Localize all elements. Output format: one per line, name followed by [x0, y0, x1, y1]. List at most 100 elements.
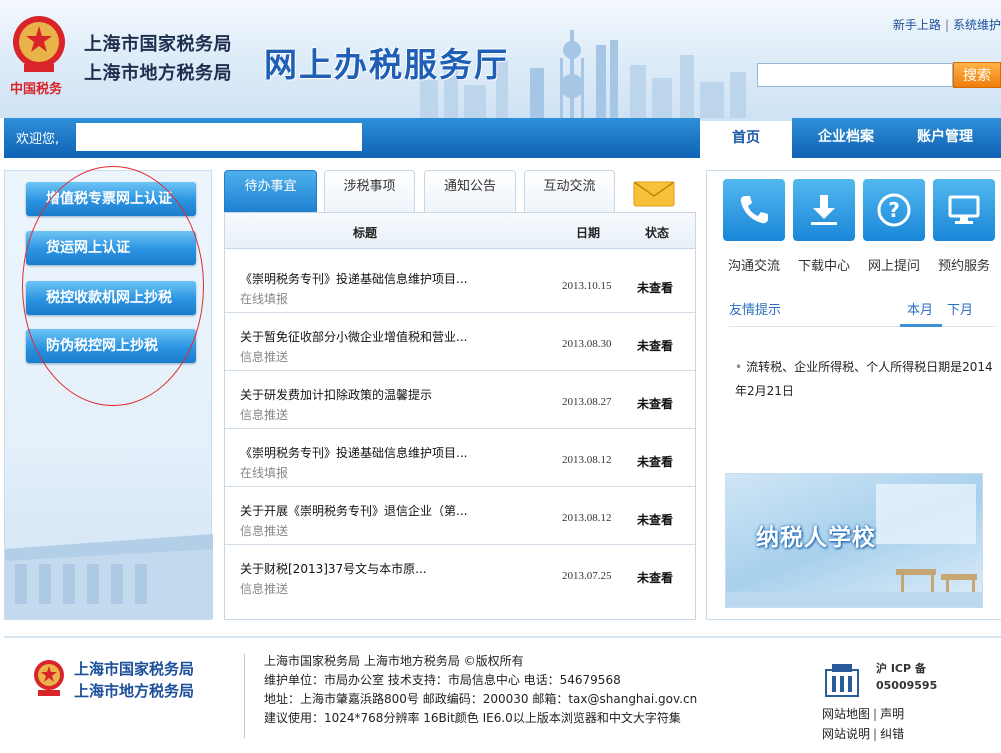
tab-this-month[interactable]: 本月	[907, 299, 933, 318]
footer: 上海市国家税务局 上海市地方税务局 上海市国家税务局 上海市地方税务局 ©版权所…	[4, 638, 1001, 753]
tab-interaction[interactable]: 互动交流	[524, 170, 615, 213]
icp-label: 沪 ICP 备	[876, 662, 926, 675]
tip-text: 流转税、企业所得税、个人所得税日期是2014年2月21日	[735, 360, 993, 398]
tab-next-month[interactable]: 下月	[947, 299, 973, 318]
row-title[interactable]: 关于暂免征收部分小微企业增值税和营业...	[240, 328, 540, 345]
row-date: 2013.10.15	[562, 280, 612, 292]
footer-bureau-national: 上海市国家税务局	[74, 660, 195, 678]
link-separator: |	[873, 727, 878, 741]
main-navbar: 欢迎您, 首页 企业档案 账户管理	[4, 118, 1001, 158]
row-date: 2013.08.30	[562, 338, 612, 350]
tab-tax-matters[interactable]: 涉税事项	[324, 170, 415, 213]
service-label-communication[interactable]: 沟通交流	[718, 255, 790, 274]
service-label-question[interactable]: 网上提问	[858, 255, 930, 274]
sitemap-link[interactable]: 网站地图	[822, 707, 870, 721]
page-title: 网上办税服务厅	[264, 45, 509, 84]
row-date: 2013.08.12	[562, 454, 612, 466]
emblem-caption: 中国税务	[10, 82, 63, 97]
row-category: 信息推送	[240, 582, 289, 596]
school-banner-text: 纳税人学校	[756, 525, 876, 551]
bureau-name-local: 上海市地方税务局	[84, 63, 232, 84]
beginner-guide-link[interactable]: 新手上路	[893, 18, 941, 32]
search-button[interactable]: 搜索	[953, 62, 1001, 88]
row-category: 在线填报	[240, 466, 289, 480]
mail-icon[interactable]	[633, 181, 675, 207]
maintenance-line: 维护单位：市局办公室 技术支持：市局信息中心 电话：54679568	[264, 673, 621, 687]
statement-link[interactable]: 声明	[880, 707, 904, 721]
tip-item: • 流转税、企业所得税、个人所得税日期是2014年2月21日	[735, 355, 995, 403]
col-date: 日期	[576, 226, 601, 240]
task-tabs: 待办事宜 涉税事项 通知公告 互动交流	[224, 170, 696, 213]
table-row[interactable]: 关于财税[2013]37号文与本市原... 信息推送 2013.07.25 未查…	[225, 545, 695, 603]
bureau-names: 上海市国家税务局 上海市地方税务局	[84, 30, 232, 88]
service-label-download[interactable]: 下载中心	[788, 255, 860, 274]
table-row[interactable]: 关于研发费加计扣除政策的温馨提示 信息推送 2013.08.27 未查看	[225, 371, 695, 429]
footer-links: 网站地图 | 声明 网站说明 | 纠错	[822, 704, 904, 744]
row-status: 未查看	[637, 455, 674, 469]
row-date: 2013.08.27	[562, 396, 612, 408]
address-line: 地址：上海市肇嘉浜路800号 邮政编码：200030 邮箱：tax@shangh…	[264, 692, 698, 706]
top-links: 新手上路 | 系统维护	[893, 16, 1001, 33]
tips-divider	[729, 326, 995, 327]
row-title[interactable]: 《崇明税务专刊》投递基础信息维护项目...	[240, 444, 540, 461]
icp-badge-icon[interactable]	[822, 660, 862, 700]
red-annotation-oval	[22, 166, 204, 406]
tab-home[interactable]: 首页	[700, 118, 792, 158]
table-row[interactable]: 关于暂免征收部分小微企业增值税和营业... 信息推送 2013.08.30 未查…	[225, 313, 695, 371]
col-status: 状态	[645, 226, 670, 240]
row-title[interactable]: 关于开展《崇明税务专刊》退信企业（第...	[240, 502, 540, 519]
row-category: 在线填报	[240, 292, 289, 306]
system-maintenance-link[interactable]: 系统维护	[953, 18, 1001, 32]
link-separator: |	[873, 707, 878, 721]
table-header: 标题 日期 状态	[225, 213, 695, 249]
footer-emblem-icon	[34, 660, 64, 696]
table-row[interactable]: 关于开展《崇明税务专刊》退信企业（第... 信息推送 2013.08.12 未查…	[225, 487, 695, 545]
phone-icon[interactable]	[723, 179, 785, 241]
search-input[interactable]	[757, 63, 953, 87]
download-icon[interactable]	[793, 179, 855, 241]
pending-items-table: 标题 日期 状态 《崇明税务专刊》投递基础信息维护项目... 在线填报 2013…	[224, 212, 696, 620]
row-title[interactable]: 关于财税[2013]37号文与本市原...	[240, 560, 540, 577]
bullet: •	[735, 360, 743, 374]
tab-enterprise-profile[interactable]: 企业档案	[802, 118, 890, 158]
footer-info: 上海市国家税务局 上海市地方税务局 ©版权所有 维护单位：市局办公室 技术支持：…	[264, 652, 697, 728]
error-report-link[interactable]: 纠错	[880, 727, 904, 741]
icp-number: 05009595	[876, 679, 938, 692]
service-label-appointment[interactable]: 预约服务	[928, 255, 1000, 274]
row-title[interactable]: 《崇明税务专刊》投递基础信息维护项目...	[240, 270, 540, 287]
row-status: 未查看	[637, 339, 674, 353]
active-month-indicator	[900, 324, 942, 327]
tab-account-management[interactable]: 账户管理	[900, 118, 990, 158]
row-title[interactable]: 关于研发费加计扣除政策的温馨提示	[240, 386, 540, 403]
copyright-line: 上海市国家税务局 上海市地方税务局 ©版权所有	[264, 654, 524, 668]
footer-bureau-local: 上海市地方税务局	[74, 682, 195, 700]
taxpayer-school-banner[interactable]: 纳税人学校	[725, 473, 983, 608]
row-status: 未查看	[637, 397, 674, 411]
redacted-username	[76, 123, 362, 151]
site-guide-link[interactable]: 网站说明	[822, 727, 870, 741]
row-date: 2013.08.12	[562, 512, 612, 524]
row-status: 未查看	[637, 513, 674, 527]
row-category: 信息推送	[240, 408, 289, 422]
tab-notices[interactable]: 通知公告	[424, 170, 516, 213]
row-category: 信息推送	[240, 350, 289, 364]
table-row[interactable]: 《崇明税务专刊》投递基础信息维护项目... 在线填报 2013.08.12 未查…	[225, 429, 695, 487]
link-separator: |	[944, 18, 949, 32]
bureau-name-national: 上海市国家税务局	[84, 34, 232, 55]
question-icon[interactable]: ?	[863, 179, 925, 241]
service-panel: ? 沟通交流 下载中心 网上提问 预约服务 友情提示 本月 下月 • 流转税、企业…	[706, 170, 1001, 620]
row-category: 信息推送	[240, 524, 289, 538]
header: 中国税务 上海市国家税务局 上海市地方税务局 网上办税服务厅 新手上路 | 系统维护…	[0, 0, 1001, 118]
table-row[interactable]: 《崇明税务专刊》投递基础信息维护项目... 在线填报 2013.10.15 未查…	[225, 255, 695, 313]
row-date: 2013.07.25	[562, 570, 612, 582]
footer-vertical-divider	[244, 654, 245, 738]
tab-pending-items[interactable]: 待办事宜	[224, 170, 317, 213]
row-status: 未查看	[637, 281, 674, 295]
monitor-icon[interactable]	[933, 179, 995, 241]
row-status: 未查看	[637, 571, 674, 585]
building-illustration	[5, 534, 213, 619]
icp-registration: 沪 ICP 备 05009595	[876, 660, 937, 694]
col-title: 标题	[353, 226, 378, 240]
welcome-text: 欢迎您,	[16, 132, 60, 147]
browser-advice-line: 建议使用：1024*768分辨率 16Bit颜色 IE6.0以上版本浏览器和中文…	[264, 711, 681, 725]
